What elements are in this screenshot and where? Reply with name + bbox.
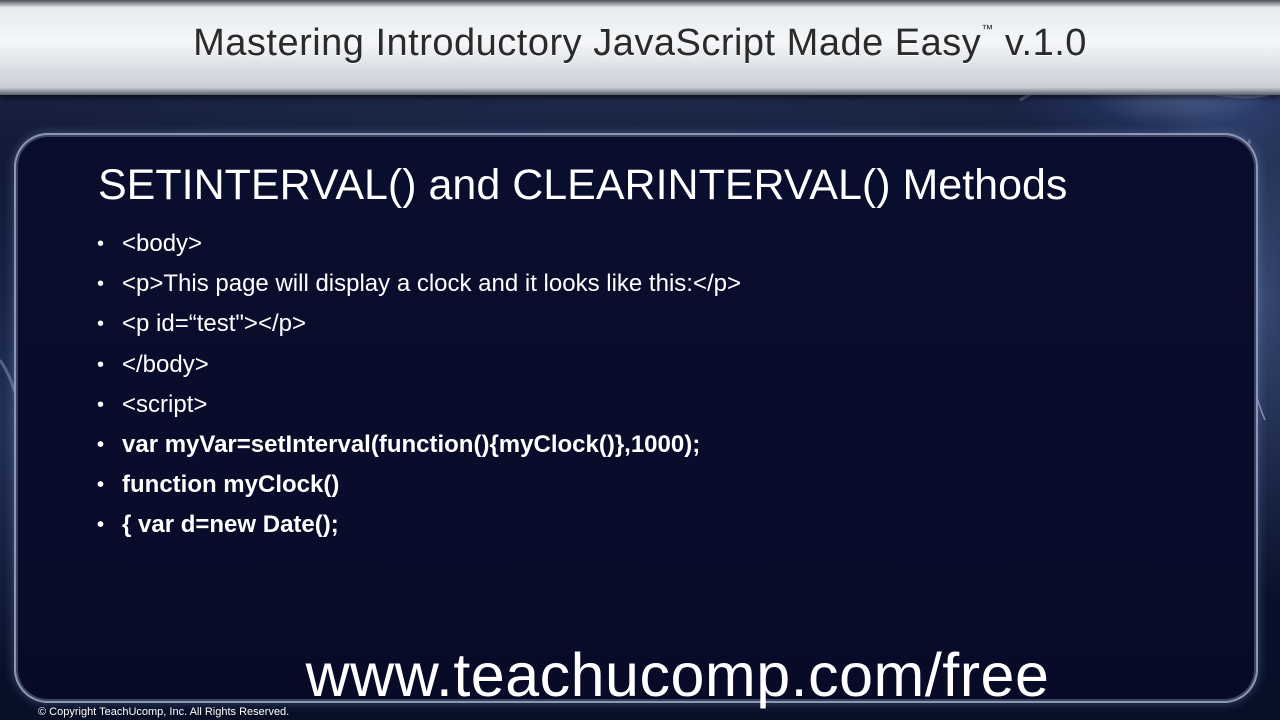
- bullet-item: • <body>: [97, 226, 741, 266]
- bullet-dot-icon: •: [97, 433, 105, 456]
- bullet-dot-icon: •: [97, 273, 105, 296]
- copyright-notice: © Copyright TeachUcomp, Inc. All Rights …: [38, 706, 290, 718]
- course-title-bar: Mastering Introductory JavaScript Made E…: [0, 0, 1280, 95]
- trademark-symbol: ™: [981, 22, 994, 36]
- website-url: www.teachucomp.com/free: [305, 641, 1050, 709]
- bullet-text: { var d=new Date();: [122, 511, 339, 539]
- bullet-text: <script>: [122, 390, 208, 418]
- bullet-text: <p>This page will display a clock and it…: [122, 270, 741, 298]
- bullet-item: • function myClock(): [97, 467, 741, 507]
- bullet-list: • <body> • <p>This page will display a cloc…: [97, 226, 741, 548]
- bullet-item: • var myVar=setInterval(function(){myCloc…: [97, 427, 741, 467]
- bullet-item: • <p>This page will display a clock and i…: [97, 266, 741, 306]
- bullet-dot-icon: •: [97, 514, 105, 537]
- bullet-text: function myClock(): [122, 471, 340, 499]
- bullet-item: • { var d=new Date();: [97, 507, 741, 547]
- bullet-dot-icon: •: [97, 353, 105, 376]
- bullet-dot-icon: •: [97, 393, 105, 416]
- course-title-text: Mastering Introductory JavaScript Made E…: [193, 22, 982, 64]
- bullet-text: <body>: [122, 230, 203, 257]
- bullet-item: • <script>: [97, 387, 741, 427]
- bullet-item: • <p id=“test"></p>: [97, 306, 741, 346]
- bullet-dot-icon: •: [97, 313, 105, 336]
- bullet-item: • </body>: [97, 347, 741, 387]
- bullet-dot-icon: •: [97, 233, 105, 255]
- bullet-dot-icon: •: [97, 474, 105, 497]
- bullet-text: var myVar=setInterval(function(){myClock…: [122, 430, 701, 458]
- bullet-text: <p id=“test"></p>: [122, 310, 306, 338]
- slide-heading: SETINTERVAL() and CLEARINTERVAL() Method…: [98, 161, 1068, 209]
- version-label: v.1.0: [1004, 22, 1087, 64]
- course-title: Mastering Introductory JavaScript Made E…: [0, 22, 1280, 65]
- bullet-text: </body>: [122, 350, 209, 378]
